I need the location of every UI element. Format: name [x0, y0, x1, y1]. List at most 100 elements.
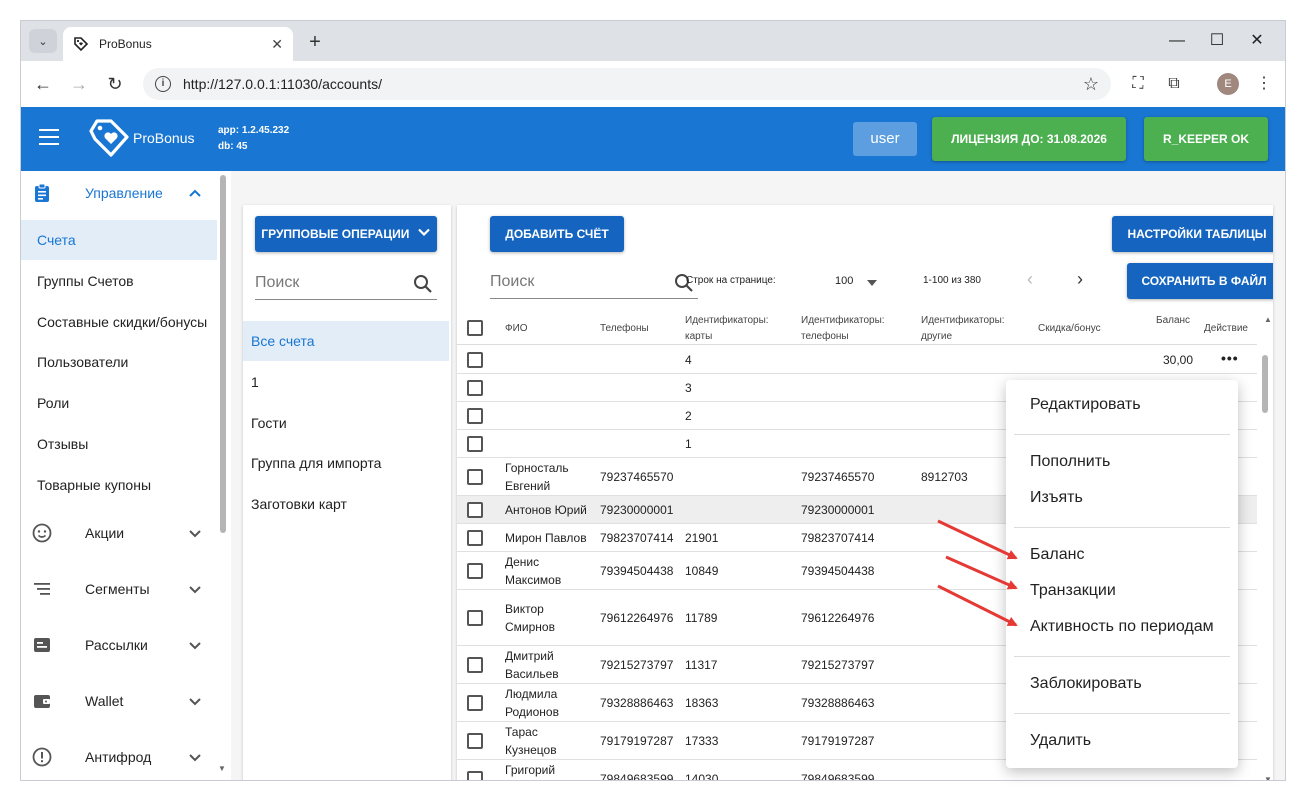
- group-operations-button[interactable]: ГРУППОВЫЕ ОПЕРАЦИИ: [255, 216, 437, 252]
- segments-icon: [31, 578, 53, 600]
- hamburger-menu-icon[interactable]: [39, 129, 59, 145]
- groups-search-input[interactable]: Поиск: [255, 268, 437, 300]
- next-page-icon[interactable]: ›: [1077, 269, 1083, 290]
- cell-card: 18363: [685, 696, 719, 710]
- sidebar-section-wallet[interactable]: Wallet: [21, 679, 221, 723]
- user-button[interactable]: user: [853, 122, 917, 156]
- select-all-checkbox[interactable]: [467, 320, 483, 336]
- close-tab-icon[interactable]: ✕: [271, 36, 283, 53]
- row-checkbox[interactable]: [467, 436, 483, 452]
- scroll-down-arrow-icon[interactable]: ▼: [218, 764, 226, 773]
- cell-fio: Григорий Николаев: [505, 761, 559, 780]
- cell-fio: Дмитрий Васильев: [505, 647, 559, 683]
- accounts-search-input[interactable]: Поиск: [490, 267, 698, 299]
- forward-icon[interactable]: →: [67, 72, 91, 96]
- sidebar-item-roles[interactable]: Роли: [21, 383, 217, 423]
- search-icon[interactable]: [413, 274, 433, 294]
- sidebar-section-mailings[interactable]: Рассылки: [21, 623, 221, 667]
- row-checkbox[interactable]: [467, 380, 483, 396]
- column-header-discount[interactable]: Скидка/бонус: [1038, 321, 1101, 337]
- row-checkbox[interactable]: [467, 502, 483, 518]
- menu-item-activity-by-period[interactable]: Активность по периодам: [1030, 618, 1214, 636]
- table-settings-button[interactable]: НАСТРОЙКИ ТАБЛИЦЫ: [1112, 216, 1273, 252]
- extensions-icon[interactable]: ⧉: [1163, 73, 1185, 95]
- license-button[interactable]: ЛИЦЕНЗИЯ ДО: 31.08.2026: [932, 117, 1126, 161]
- reload-icon[interactable]: ↻: [103, 72, 127, 96]
- sidebar-item-reviews[interactable]: Отзывы: [21, 424, 217, 464]
- sidebar-section-antifraud[interactable]: Антифрод: [21, 735, 221, 779]
- menu-item-block[interactable]: Заблокировать: [1030, 675, 1142, 693]
- group-item[interactable]: Группа для импорта: [243, 443, 449, 483]
- row-checkbox[interactable]: [467, 469, 483, 485]
- browser-menu-icon[interactable]: ⋮: [1253, 73, 1275, 95]
- sidebar-item-accounts[interactable]: Счета: [21, 220, 217, 260]
- close-window-icon[interactable]: ✕: [1243, 29, 1271, 53]
- scroll-down-arrow-icon[interactable]: ▼: [1264, 775, 1272, 780]
- sidebar-section-management[interactable]: Управление: [21, 171, 221, 215]
- column-header-balance[interactable]: Баланс: [1156, 313, 1190, 329]
- url-text[interactable]: http://127.0.0.1:11030/accounts/: [183, 76, 1083, 92]
- row-checkbox[interactable]: [467, 352, 483, 368]
- group-item-all-accounts[interactable]: Все счета: [243, 321, 449, 361]
- row-checkbox[interactable]: [467, 733, 483, 749]
- sidebar-section-segments[interactable]: Сегменты: [21, 567, 221, 611]
- cell-other: 8912703: [921, 470, 968, 484]
- table-row[interactable]: 4 30,00 •••: [457, 346, 1257, 374]
- row-actions-icon[interactable]: •••: [1221, 350, 1239, 366]
- sidebar-section-label: Акции: [85, 525, 125, 541]
- address-bar[interactable]: i http://127.0.0.1:11030/accounts/ ☆: [143, 68, 1111, 100]
- menu-item-edit[interactable]: Редактировать: [1030, 396, 1141, 414]
- group-item[interactable]: Заготовки карт: [243, 484, 449, 524]
- fio-line: Антонов Юрий: [505, 503, 587, 517]
- column-header-ids-cards[interactable]: Идентификаторы: карты: [685, 313, 769, 345]
- screenshot-icon[interactable]: ⛶: [1127, 73, 1149, 95]
- profile-avatar[interactable]: E: [1217, 73, 1239, 95]
- row-checkbox[interactable]: [467, 657, 483, 673]
- maximize-icon[interactable]: ☐: [1203, 29, 1231, 53]
- group-item[interactable]: Гости: [243, 403, 449, 443]
- new-tab-icon[interactable]: +: [303, 31, 327, 55]
- row-checkbox[interactable]: [467, 563, 483, 579]
- tab-strip: ⌄ ProBonus ✕ + — ☐ ✕: [21, 21, 1285, 61]
- menu-divider: [1014, 656, 1230, 657]
- scroll-up-arrow-icon[interactable]: ▲: [1264, 315, 1272, 324]
- fio-line: Тарас: [505, 725, 538, 739]
- column-header-phones[interactable]: Телефоны: [600, 321, 649, 337]
- sidebar-item-compound-discounts[interactable]: Составные скидки/бонусы: [21, 302, 217, 342]
- save-to-file-button[interactable]: СОХРАНИТЬ В ФАЙЛ: [1127, 263, 1273, 299]
- row-checkbox[interactable]: [467, 530, 483, 546]
- bookmark-star-icon[interactable]: ☆: [1083, 74, 1099, 95]
- chevron-down-icon: [417, 217, 431, 253]
- add-account-button[interactable]: ДОБАВИТЬ СЧЁТ: [490, 216, 624, 252]
- row-checkbox[interactable]: [467, 771, 483, 780]
- sidebar-scrollbar[interactable]: [220, 175, 226, 533]
- group-item[interactable]: 1: [243, 362, 449, 402]
- back-icon[interactable]: ←: [31, 72, 55, 96]
- rkeeper-status-button[interactable]: R_KEEPER OK: [1144, 117, 1268, 161]
- minimize-icon[interactable]: —: [1163, 29, 1191, 53]
- header-line: Идентификаторы:: [685, 315, 769, 326]
- site-info-icon[interactable]: i: [155, 76, 171, 92]
- table-scrollbar[interactable]: [1262, 355, 1268, 413]
- browser-tab[interactable]: ProBonus ✕: [63, 27, 293, 61]
- prev-page-icon[interactable]: ‹: [1027, 269, 1033, 290]
- sidebar-item-users[interactable]: Пользователи: [21, 342, 217, 382]
- sidebar-item-product-coupons[interactable]: Товарные купоны: [21, 465, 217, 505]
- sidebar-section-promotions[interactable]: Акции: [21, 511, 221, 555]
- menu-item-withdraw[interactable]: Изъять: [1030, 489, 1083, 507]
- menu-divider: [1014, 713, 1230, 714]
- row-checkbox[interactable]: [467, 695, 483, 711]
- row-checkbox[interactable]: [467, 408, 483, 424]
- row-checkbox[interactable]: [467, 610, 483, 626]
- column-header-ids-phones[interactable]: Идентификаторы: телефоны: [801, 313, 885, 345]
- menu-item-balance[interactable]: Баланс: [1030, 546, 1084, 564]
- tab-search-button[interactable]: ⌄: [29, 29, 57, 53]
- menu-item-delete[interactable]: Удалить: [1030, 732, 1091, 750]
- sidebar-item-account-groups[interactable]: Группы Счетов: [21, 261, 217, 301]
- menu-item-transactions[interactable]: Транзакции: [1030, 582, 1116, 600]
- header-line: телефоны: [801, 331, 849, 342]
- rows-per-page-select[interactable]: 100: [835, 269, 885, 293]
- menu-item-topup[interactable]: Пополнить: [1030, 453, 1110, 471]
- column-header-fio[interactable]: ФИО: [505, 321, 528, 337]
- column-header-ids-other[interactable]: Идентификаторы: другие: [921, 313, 1005, 345]
